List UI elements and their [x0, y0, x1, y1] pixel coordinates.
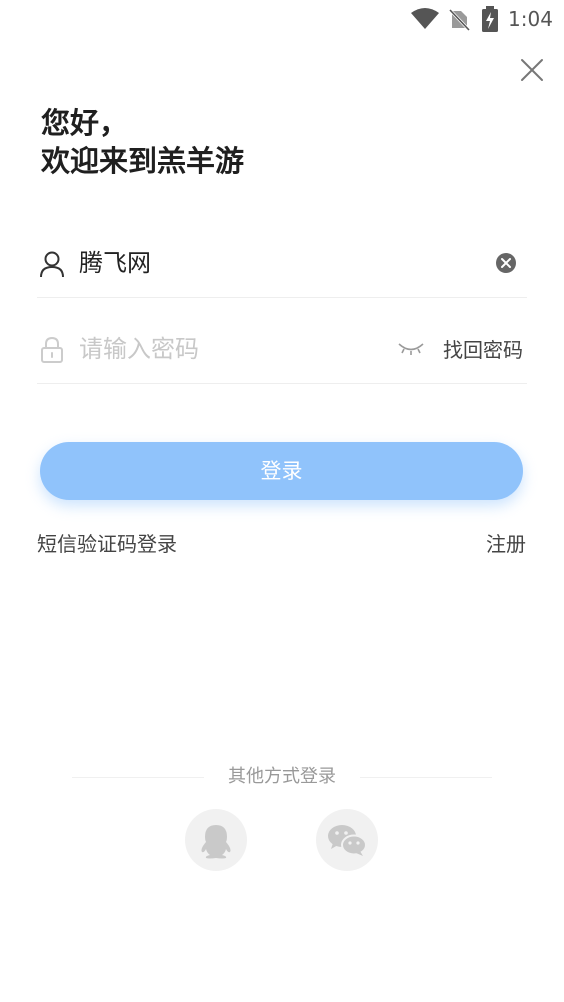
greeting-title: 您好， 欢迎来到羔羊游: [41, 104, 244, 180]
eye-closed-icon[interactable]: [397, 341, 425, 357]
status-bar: 1:04: [0, 0, 564, 38]
greeting-line-2: 欢迎来到羔羊游: [41, 144, 245, 178]
clear-icon[interactable]: [495, 252, 517, 274]
register-link[interactable]: 注册: [486, 530, 526, 558]
divider-right: [360, 777, 492, 778]
login-screen: 1:04 您好， 欢迎来到羔羊游 腾飞网 找回密码 登录 短信验证码登录 注册 …: [0, 0, 564, 1002]
wechat-icon: [328, 825, 367, 856]
no-sim-icon: [448, 8, 470, 31]
user-icon: [40, 251, 64, 278]
qq-icon: [201, 825, 231, 859]
wechat-login-button[interactable]: [316, 809, 378, 871]
battery-charging-icon: [482, 6, 498, 32]
divider-left: [72, 777, 204, 778]
sms-login-link[interactable]: 短信验证码登录: [37, 530, 177, 558]
other-login-label: 其他方式登录: [228, 766, 336, 787]
forgot-password-link[interactable]: 找回密码: [443, 336, 523, 364]
greeting-line-1: 您好，: [41, 106, 129, 140]
wifi-icon: [411, 8, 439, 29]
username-row: [37, 228, 527, 298]
lock-icon: [41, 336, 63, 363]
password-row: 找回密码: [37, 314, 527, 384]
login-button[interactable]: 登录: [40, 442, 523, 500]
username-input[interactable]: [79, 245, 379, 281]
qq-login-button[interactable]: [185, 809, 247, 871]
password-input[interactable]: [79, 331, 379, 367]
close-icon[interactable]: [516, 54, 548, 86]
status-time: 1:04: [508, 7, 553, 31]
